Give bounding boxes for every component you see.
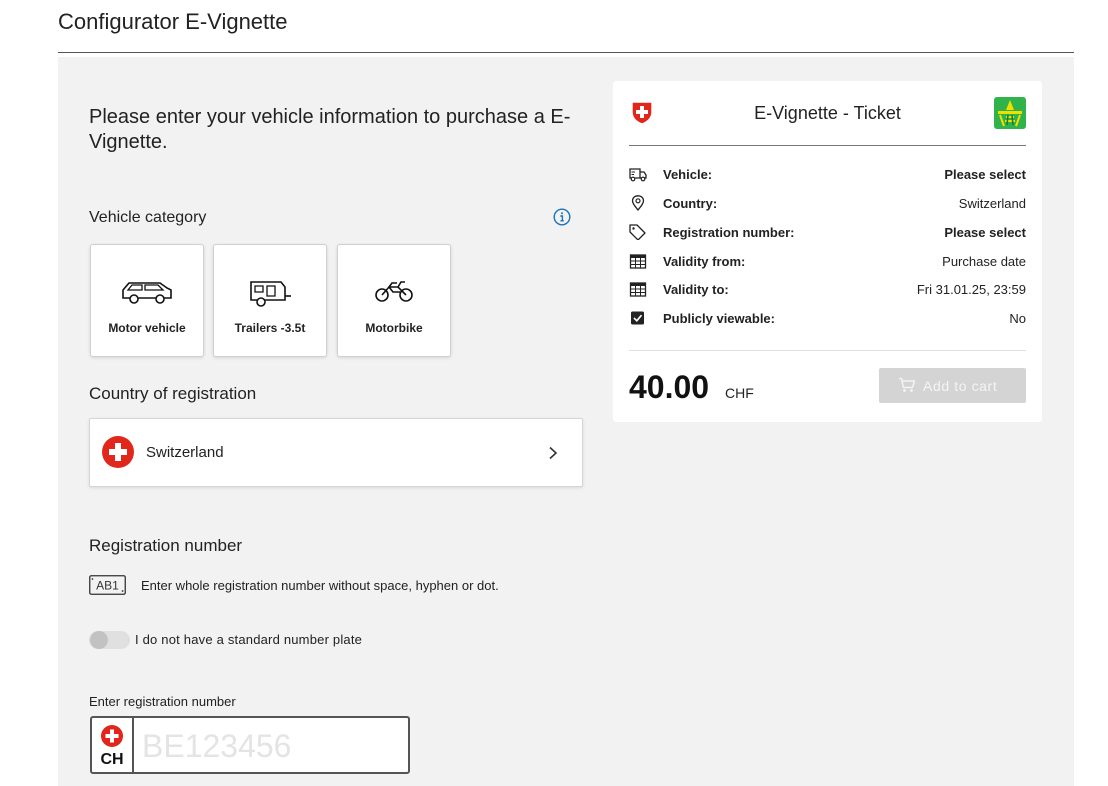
shopping-cart-icon bbox=[899, 377, 916, 392]
info-icon[interactable] bbox=[553, 208, 571, 226]
vehicle-option-motorbike[interactable]: Motorbike bbox=[337, 244, 451, 357]
swiss-flag-icon bbox=[102, 436, 134, 468]
ticket-price: 40.00 bbox=[629, 369, 710, 405]
ticket-footer-divider bbox=[629, 350, 1026, 351]
plate-country-box: CH bbox=[92, 718, 134, 772]
ticket-row-label: Registration number: bbox=[663, 225, 795, 240]
location-pin-icon bbox=[631, 195, 645, 211]
calendar-icon bbox=[629, 282, 647, 297]
vehicle-option-motor-vehicle[interactable]: Motor vehicle bbox=[90, 244, 204, 357]
registration-hint: Enter whole registration number without … bbox=[141, 578, 499, 593]
ticket-row-value: Purchase date bbox=[942, 254, 1026, 269]
ticket-row-label: Validity from: bbox=[663, 254, 746, 269]
swiss-flag-icon bbox=[101, 725, 123, 747]
tag-icon bbox=[629, 224, 646, 240]
ticket-row-value: Please select bbox=[944, 225, 1026, 240]
toggle-knob bbox=[90, 631, 108, 649]
ticket-row-value: No bbox=[1009, 311, 1026, 326]
registration-number-input[interactable] bbox=[142, 724, 402, 768]
ticket-row-publicly-viewable: Publicly viewable: No bbox=[629, 309, 1026, 329]
number-plate-icon: AB1 bbox=[89, 575, 126, 595]
ticket-currency: CHF bbox=[725, 385, 754, 401]
highway-logo-icon bbox=[994, 97, 1026, 129]
ticket-row-label: Publicly viewable: bbox=[663, 311, 775, 326]
ticket-row-label: Country: bbox=[663, 196, 718, 211]
no-standard-plate-label: I do not have a standard number plate bbox=[135, 632, 363, 647]
add-to-cart-label: Add to cart bbox=[923, 378, 998, 394]
calendar-icon bbox=[629, 254, 647, 269]
plate-icon-text: AB1 bbox=[96, 579, 119, 593]
ticket-row-label: Vehicle: bbox=[663, 167, 713, 182]
ticket-row-registration: Registration number: Please select bbox=[629, 223, 1026, 243]
ticket-row-vehicle: Vehicle: Please select bbox=[629, 165, 1026, 185]
vehicle-option-label: Trailers -3.5t bbox=[234, 321, 306, 335]
ticket-row-validity-from: Validity from: Purchase date bbox=[629, 252, 1026, 272]
page-title: Configurator E-Vignette bbox=[58, 9, 288, 34]
intro-text: Please enter your vehicle information to… bbox=[89, 106, 571, 153]
ticket-row-validity-to: Validity to: Fri 31.01.25, 23:59 bbox=[629, 280, 1026, 300]
chevron-right-icon bbox=[549, 446, 558, 460]
registration-plate-field: CH bbox=[90, 716, 410, 774]
ticket-header-divider bbox=[629, 145, 1026, 146]
ticket-row-value: Fri 31.01.25, 23:59 bbox=[916, 282, 1026, 297]
no-standard-plate-toggle[interactable] bbox=[89, 631, 130, 649]
selected-country: Switzerland bbox=[146, 444, 224, 461]
ticket-row-country: Country: Switzerland bbox=[629, 194, 1026, 214]
ticket-title: E-Vignette - Ticket bbox=[754, 103, 901, 123]
registration-field-label: Enter registration number bbox=[89, 694, 236, 709]
ticket-row-value: Please select bbox=[944, 167, 1026, 182]
add-to-cart-button[interactable]: Add to cart bbox=[879, 368, 1026, 403]
vehicle-option-label: Motor vehicle bbox=[108, 321, 186, 335]
country-select[interactable]: Switzerland bbox=[89, 418, 583, 487]
vehicle-option-label: Motorbike bbox=[365, 321, 423, 335]
truck-icon bbox=[629, 168, 647, 182]
country-of-registration-label: Country of registration bbox=[89, 384, 257, 403]
checkbox-checked-icon bbox=[631, 311, 644, 325]
title-divider bbox=[58, 52, 1074, 53]
vehicle-option-trailers[interactable]: Trailers -3.5t bbox=[213, 244, 327, 357]
ticket-row-label: Validity to: bbox=[663, 282, 729, 297]
configurator-panel: Please enter your vehicle information to… bbox=[58, 57, 1074, 786]
trailer-icon bbox=[250, 281, 291, 307]
car-icon bbox=[122, 282, 172, 304]
ticket-row-value: Switzerland bbox=[958, 196, 1026, 211]
registration-number-label: Registration number bbox=[89, 536, 243, 555]
motorbike-icon bbox=[375, 281, 413, 302]
ticket-summary-card: E-Vignette - Ticket Vehicle: Please sele… bbox=[613, 81, 1042, 422]
plate-country-code: CH bbox=[100, 751, 124, 768]
vehicle-category-label: Vehicle category bbox=[89, 209, 207, 226]
